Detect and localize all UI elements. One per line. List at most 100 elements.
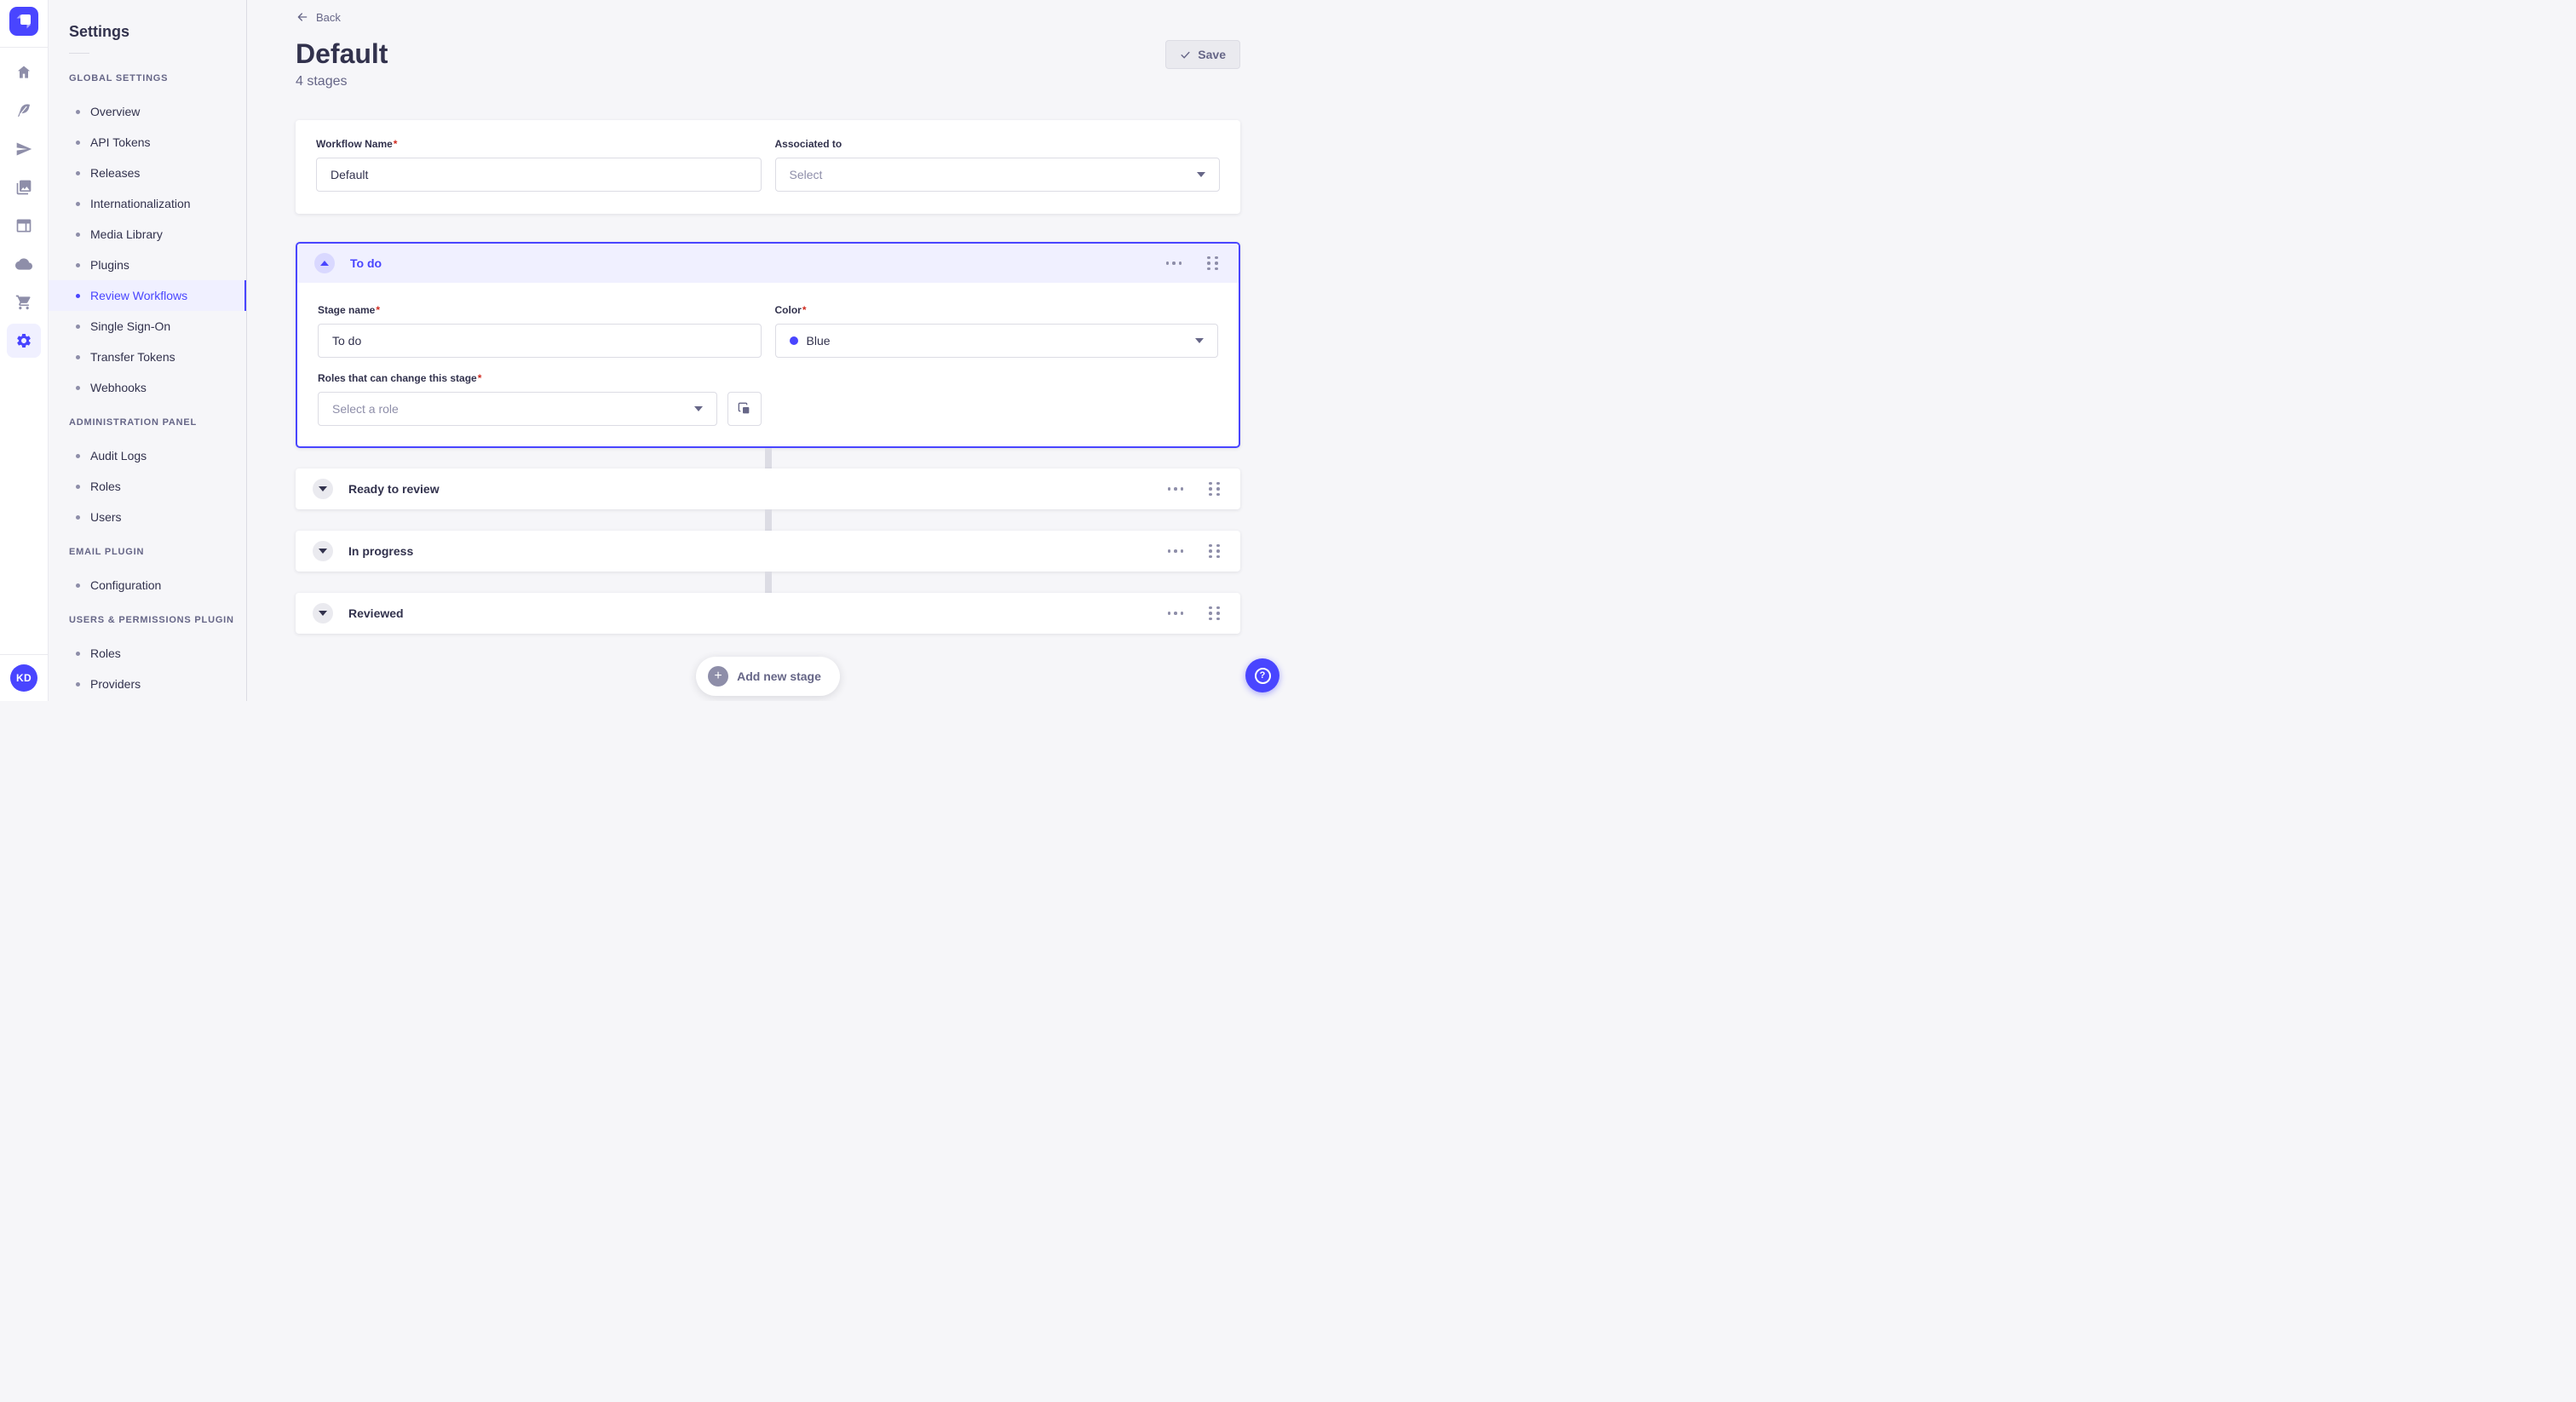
bullet-icon [76,354,80,359]
apply-to-all-stages-button[interactable] [727,392,762,426]
stage-card-in-progress[interactable]: In progress [296,531,1240,572]
stage-drag-handle[interactable] [1205,541,1223,562]
settings-sidebar: Settings GLOBAL SETTINGS Overview API To… [49,0,247,701]
bullet-icon [76,453,80,458]
stage-roles-field: Roles that can change this stage* Select… [318,371,762,426]
color-select[interactable]: Blue [774,324,1218,358]
sidebar-item-media-library[interactable]: Media Library [49,219,246,250]
sidebar-item-plugins[interactable]: Plugins [49,250,246,280]
chevron-down-icon [693,406,703,411]
roles-select[interactable]: Select a role [318,392,717,426]
sidebar-item-label: Transfer Tokens [90,350,175,364]
color-label: Color* [774,304,807,316]
expand-stage-button[interactable] [313,479,333,499]
sidebar-item-label: Internationalization [90,197,191,210]
stage-connector [764,448,772,468]
sidebar-item-transfer-tokens[interactable]: Transfer Tokens [49,342,246,372]
sidebar-item-single-sign-on[interactable]: Single Sign-On [49,311,246,342]
sidebar-item-audit-logs[interactable]: Audit Logs [49,440,246,471]
sidebar-item-releases[interactable]: Releases [49,158,246,188]
sidebar-item-admin-roles[interactable]: Roles [49,471,246,502]
paper-plane-icon[interactable] [7,132,41,166]
back-link[interactable]: Back [296,10,341,24]
sidebar-item-review-workflows[interactable]: Review Workflows [49,280,246,311]
required-marker: * [376,304,381,316]
ellipsis-icon [1165,261,1169,265]
stage-header-to-do[interactable]: To do [297,244,1239,283]
sidebar-item-configuration[interactable]: Configuration [49,570,246,600]
stage-connector [764,572,772,593]
sidebar-item-label: Releases [90,166,141,180]
stage-drag-handle[interactable] [1205,603,1223,624]
sidebar-divider [69,53,89,54]
chevron-down-icon [1197,172,1205,177]
bullet-icon [76,140,80,145]
bullet-icon [76,201,80,206]
sidebar-item-overview[interactable]: Overview [49,96,246,127]
sidebar-item-label: API Tokens [90,135,151,149]
stage-options-button[interactable] [1163,258,1186,268]
associated-to-select[interactable]: Select [774,158,1220,192]
stage-drag-handle[interactable] [1204,253,1222,274]
sidebar-item-providers[interactable]: Providers [49,669,246,699]
select-placeholder: Select a role [332,402,399,416]
color-swatch-dot [789,336,798,345]
sidebar-title: Settings [69,23,130,40]
drag-dots-icon [1209,481,1212,486]
workflow-name-input[interactable] [316,158,762,192]
sidebar-item-label: Media Library [90,227,163,241]
stage-options-button[interactable] [1164,546,1187,556]
stage-title: Reviewed [348,606,404,620]
ellipsis-icon [1167,612,1170,615]
sidebar-item-internationalization[interactable]: Internationalization [49,188,246,219]
stage-drag-handle[interactable] [1205,479,1223,500]
home-icon[interactable] [7,55,41,89]
gear-icon[interactable] [7,324,41,358]
stage-name-label: Stage name* [318,304,381,316]
stage-title: In progress [348,544,414,558]
sidebar-item-users[interactable]: Users [49,502,246,532]
stage-name-input[interactable] [318,324,762,358]
sidebar-item-label: Webhooks [90,381,147,394]
bullet-icon [76,324,80,329]
stage-options-button[interactable] [1164,484,1187,494]
associated-to-label: Associated to [774,138,842,150]
required-marker: * [802,304,807,316]
collapse-stage-button[interactable] [314,253,335,273]
bullet-icon [76,109,80,114]
workflow-name-field: Workflow Name* [316,137,762,192]
photos-icon[interactable] [7,170,41,204]
sidebar-item-api-tokens[interactable]: API Tokens [49,127,246,158]
sidebar-section-users-permissions: USERS & PERMISSIONS PLUGIN Roles Provide… [49,614,246,699]
roles-label: Roles that can change this stage* [318,372,482,384]
expand-stage-button[interactable] [313,541,333,561]
app-logo[interactable] [0,0,48,48]
sidebar-section-email: EMAIL PLUGIN Configuration [49,546,246,600]
strapi-logo-icon [9,7,38,40]
help-button[interactable]: ? [1245,658,1279,692]
section-header: EMAIL PLUGIN [69,547,145,557]
main-content: Back Default Save 4 stages Workflow Name… [248,0,1288,701]
select-placeholder: Select [789,168,823,181]
sidebar-item-label: Single Sign-On [90,319,171,333]
save-button[interactable]: Save [1165,40,1240,69]
layout-icon[interactable] [7,209,41,243]
cart-icon[interactable] [7,285,41,319]
user-avatar[interactable]: KD [10,664,37,692]
sidebar-item-webhooks[interactable]: Webhooks [49,372,246,403]
sidebar-item-label: Plugins [90,258,129,272]
sidebar-item-up-roles[interactable]: Roles [49,638,246,669]
stage-color-field: Color* Blue [774,303,1218,358]
stage-card-ready-to-review[interactable]: Ready to review [296,468,1240,509]
expand-stage-button[interactable] [313,603,333,623]
stage-options-button[interactable] [1164,608,1187,618]
sidebar-item-label: Review Workflows [90,289,188,302]
drag-dots-icon [1209,606,1212,610]
chevron-down-icon [1195,338,1204,343]
add-new-stage-button[interactable]: + Add new stage [696,657,840,696]
feather-icon[interactable] [7,94,41,128]
page-subtitle: 4 stages [296,74,348,89]
cloud-icon[interactable] [7,247,41,281]
stage-editor-body: Stage name* Color* Blue Roles that can c… [297,283,1239,446]
stage-card-reviewed[interactable]: Reviewed [296,593,1240,634]
